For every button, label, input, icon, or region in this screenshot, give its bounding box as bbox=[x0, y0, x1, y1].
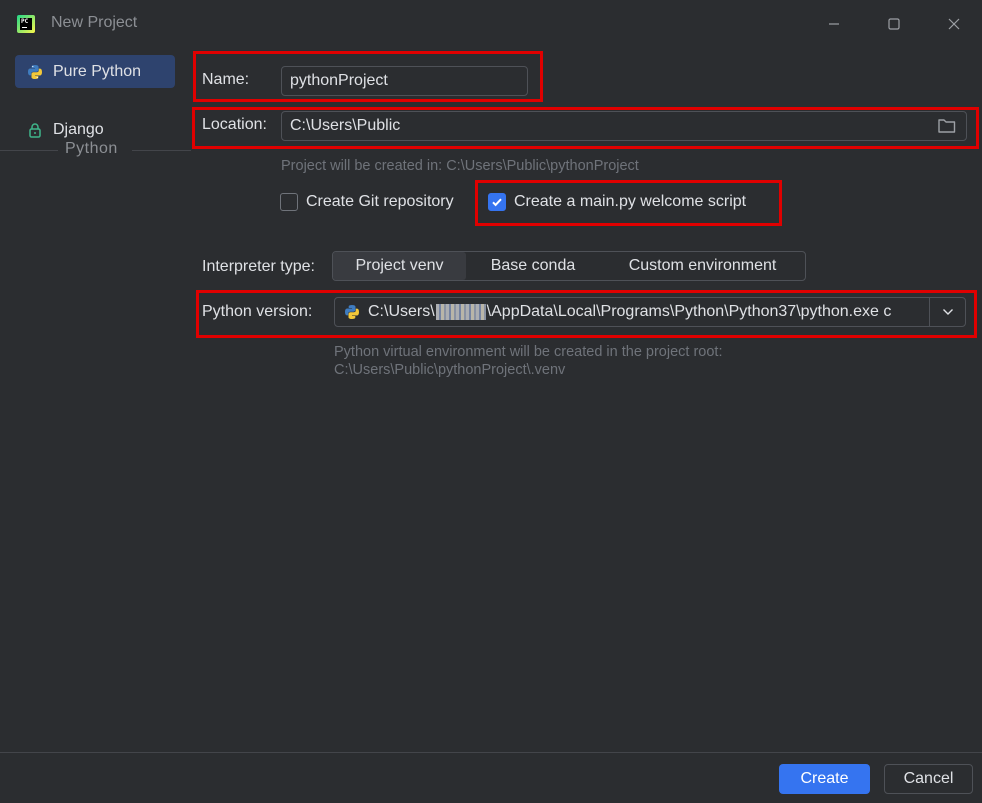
lock-icon bbox=[27, 122, 43, 138]
python-path-suffix: \AppData\Local\Programs\Python\Python37\… bbox=[486, 303, 892, 320]
venv-hint-line1: Python virtual environment will be creat… bbox=[334, 344, 723, 360]
location-hint: Project will be created in: C:\Users\Pub… bbox=[281, 158, 639, 174]
welcome-script-checkbox[interactable] bbox=[488, 193, 506, 211]
interpreter-type-selector: Project venv Base conda Custom environme… bbox=[332, 251, 806, 281]
window-title: New Project bbox=[51, 14, 138, 31]
sidebar-item-label: Pure Python bbox=[53, 62, 142, 80]
minimize-icon bbox=[829, 23, 839, 25]
interpreter-option-base-conda[interactable]: Base conda bbox=[466, 252, 600, 280]
maximize-icon bbox=[888, 18, 900, 30]
project-settings-form: Name: pythonProject Location: C:\Users\P… bbox=[191, 49, 982, 752]
interpreter-type-label: Interpreter type: bbox=[202, 258, 315, 275]
close-icon bbox=[948, 18, 960, 30]
sidebar-item-pure-python[interactable]: Pure Python bbox=[15, 55, 175, 88]
python-icon bbox=[344, 304, 360, 320]
name-field[interactable]: pythonProject bbox=[281, 66, 528, 96]
python-version-dropdown[interactable]: C:\Users\ \AppData\Local\Programs\Python… bbox=[334, 297, 966, 327]
chevron-down-icon bbox=[942, 309, 953, 315]
git-checkbox-label[interactable]: Create Git repository bbox=[306, 193, 454, 211]
python-version-value: C:\Users\ \AppData\Local\Programs\Python… bbox=[335, 303, 929, 321]
project-type-sidebar: Pure Python Python Django bbox=[0, 49, 191, 752]
create-button[interactable]: Create bbox=[779, 764, 870, 794]
python-version-label: Python version: bbox=[202, 303, 313, 320]
dropdown-arrow[interactable] bbox=[929, 298, 965, 326]
cancel-button[interactable]: Cancel bbox=[884, 764, 973, 794]
welcome-script-label[interactable]: Create a main.py welcome script bbox=[514, 193, 746, 211]
interpreter-option-project-venv[interactable]: Project venv bbox=[333, 252, 466, 280]
interpreter-option-custom-environment[interactable]: Custom environment bbox=[600, 252, 805, 280]
git-checkbox[interactable] bbox=[280, 193, 298, 211]
python-path-prefix: C:\Users\ bbox=[368, 303, 435, 320]
location-value: C:\Users\Public bbox=[290, 117, 401, 134]
close-button[interactable] bbox=[934, 10, 974, 38]
location-field[interactable]: C:\Users\Public bbox=[281, 111, 967, 141]
folder-icon[interactable] bbox=[937, 117, 959, 135]
dialog-footer: Create Cancel bbox=[0, 752, 982, 803]
pycharm-logo-icon: PC bbox=[17, 15, 35, 33]
python-icon bbox=[27, 64, 43, 80]
sidebar-item-django[interactable]: Django bbox=[15, 113, 175, 146]
location-label: Location: bbox=[202, 116, 267, 133]
minimize-button[interactable] bbox=[814, 10, 854, 38]
sidebar-item-label: Django bbox=[53, 120, 104, 138]
redacted-username bbox=[435, 304, 486, 320]
title-bar: PC New Project bbox=[0, 0, 982, 49]
venv-hint-line2: C:\Users\Public\pythonProject\.venv bbox=[334, 362, 566, 378]
checkmark-icon bbox=[492, 198, 502, 207]
name-label: Name: bbox=[202, 71, 250, 88]
maximize-button[interactable] bbox=[874, 10, 914, 38]
